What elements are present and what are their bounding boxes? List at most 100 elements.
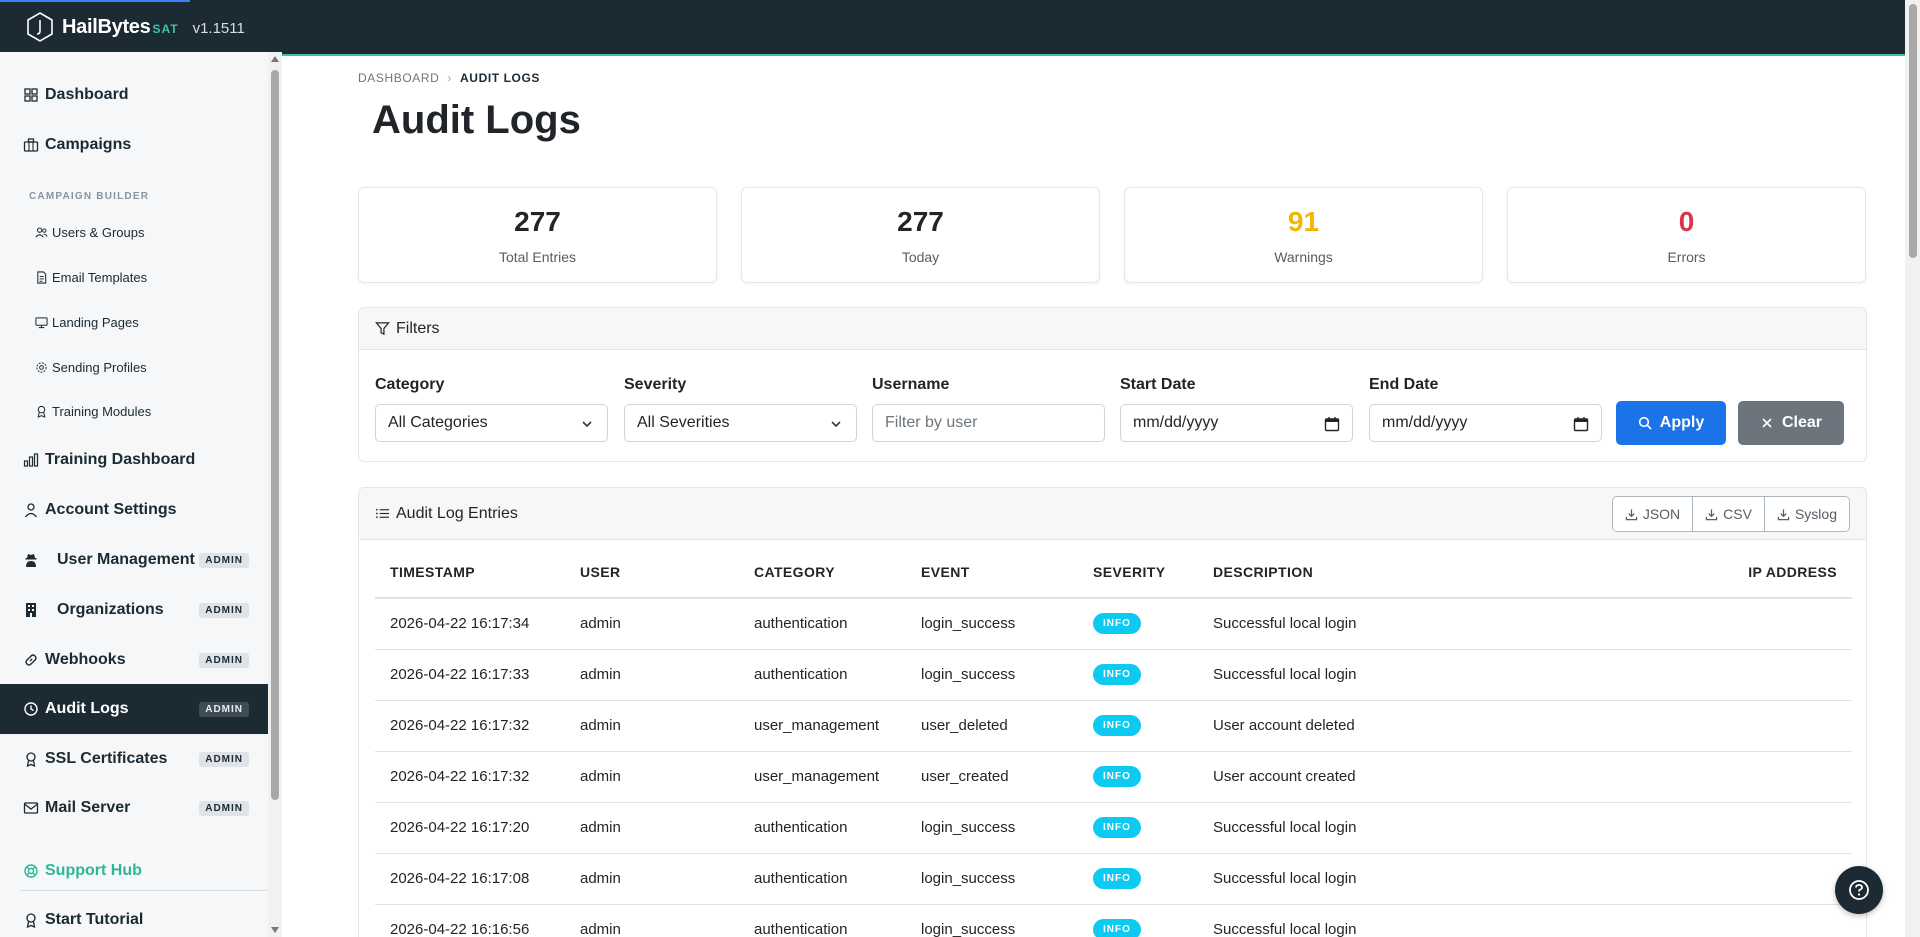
admin-badge: ADMIN — [199, 653, 249, 668]
table-row[interactable]: 2026-04-22 16:16:56 admin authentication lo… — [375, 904, 1852, 937]
cell-category: authentication — [739, 802, 906, 854]
column-header-event[interactable]: Event — [906, 546, 1078, 599]
column-header-user[interactable]: User — [565, 546, 739, 599]
calendar-icon[interactable] — [1573, 416, 1589, 432]
page-scrollbar-thumb[interactable] — [1909, 4, 1917, 258]
stat-label: Errors — [1667, 249, 1706, 265]
column-header-timestamp[interactable]: Timestamp — [375, 546, 565, 599]
admin-badge: ADMIN — [199, 603, 249, 618]
column-header-ip-address[interactable]: IP Address — [1586, 546, 1852, 599]
brand-name: HailBytes — [62, 15, 151, 38]
category-select[interactable]: All Categories — [375, 404, 608, 442]
cell-timestamp: 2026-04-22 16:17:08 — [375, 853, 565, 905]
sidebar-item-landing-pages[interactable]: Landing Pages — [0, 302, 268, 342]
table-row[interactable]: 2026-04-22 16:17:08 admin authentication lo… — [375, 853, 1852, 905]
cell-description: User account created — [1198, 751, 1587, 803]
column-header-category[interactable]: Category — [739, 546, 906, 599]
export-csv-button[interactable]: CSV — [1693, 497, 1765, 531]
stat-card-errors: 0 Errors — [1507, 187, 1866, 283]
table-header-row: Timestamp User Category Event Severity D… — [375, 546, 1852, 599]
cell-severity: INFO — [1078, 802, 1198, 854]
breadcrumb-dashboard-link[interactable]: DASHBOARD — [358, 71, 439, 85]
sidebar-item-webhooks[interactable]: Webhooks ADMIN — [0, 635, 268, 685]
help-button[interactable] — [1835, 866, 1883, 914]
sidebar-item-label: Audit Logs — [45, 700, 129, 717]
cell-severity: INFO — [1078, 649, 1198, 701]
monitor-icon — [35, 316, 48, 329]
table-row[interactable]: 2026-04-22 16:17:32 admin user_management u… — [375, 700, 1852, 752]
end-date-input[interactable]: mm/dd/yyyy — [1369, 404, 1602, 442]
table-row[interactable]: 2026-04-22 16:17:32 admin user_management u… — [375, 751, 1852, 803]
audit-log-title: Audit Log Entries — [396, 504, 518, 522]
sidebar-item-users-groups[interactable]: Users & Groups — [0, 212, 268, 252]
sidebar-item-ssl-certificates[interactable]: SSL Certificates ADMIN — [0, 734, 268, 784]
sidebar-item-training-modules[interactable]: Training Modules — [0, 391, 268, 431]
cell-severity: INFO — [1078, 904, 1198, 937]
admin-badge: ADMIN — [199, 801, 249, 816]
cell-ip-address — [1586, 700, 1852, 752]
sidebar-item-label: Webhooks — [45, 651, 126, 668]
sidebar-item-sending-profiles[interactable]: Sending Profiles — [0, 347, 268, 387]
apply-button[interactable]: Apply — [1616, 401, 1726, 445]
sidebar-item-label: User Management — [57, 551, 195, 568]
clear-button[interactable]: Clear — [1738, 401, 1844, 445]
cell-event: login_success — [906, 904, 1078, 937]
section-label-campaign-builder: CAMPAIGN BUILDER — [29, 191, 150, 202]
cell-category: authentication — [739, 904, 906, 937]
admin-badge: ADMIN — [199, 702, 249, 717]
sidebar-item-organizations[interactable]: Organizations ADMIN — [0, 585, 268, 635]
cell-user: admin — [565, 853, 739, 905]
filters-title: Filters — [396, 319, 440, 337]
cell-event: login_success — [906, 598, 1078, 650]
scroll-down-arrow-icon[interactable] — [271, 927, 279, 933]
audit-log-card: Audit Log Entries JSON CSV Syslog TIMEST… — [358, 487, 1867, 937]
severity-select[interactable]: All Severities — [624, 404, 857, 442]
cell-user: admin — [565, 802, 739, 854]
sidebar-item-mail-server[interactable]: Mail Server ADMIN — [0, 783, 268, 833]
close-icon — [1762, 418, 1772, 428]
cell-severity: INFO — [1078, 700, 1198, 752]
sidebar-item-label: Support Hub — [45, 862, 142, 879]
sidebar-scrollbar[interactable] — [268, 52, 282, 937]
start-date-input[interactable]: mm/dd/yyyy — [1120, 404, 1353, 442]
end-date-label: End Date — [1369, 376, 1439, 393]
sidebar-item-user-management[interactable]: User Management ADMIN — [0, 535, 268, 585]
cell-ip-address — [1586, 649, 1852, 701]
sidebar-item-campaigns[interactable]: Campaigns — [0, 120, 268, 170]
cell-severity: INFO — [1078, 598, 1198, 650]
column-header-description[interactable]: Description — [1198, 546, 1587, 599]
sidebar-item-audit-logs[interactable]: Audit Logs ADMIN — [0, 684, 268, 734]
severity-label: Severity — [624, 376, 687, 393]
cell-user: admin — [565, 598, 739, 650]
table-row[interactable]: 2026-04-22 16:17:20 admin authentication lo… — [375, 802, 1852, 854]
brand-logo-link[interactable]: HailBytes SAT v1.1511 — [26, 12, 245, 42]
sidebar-item-email-templates[interactable]: Email Templates — [0, 257, 268, 297]
export-json-label: JSON — [1642, 506, 1681, 522]
clock-icon — [23, 701, 39, 717]
award-icon — [35, 405, 48, 418]
username-input[interactable]: Filter by user — [872, 404, 1105, 442]
page-scrollbar[interactable] — [1905, 0, 1920, 937]
table-row[interactable]: 2026-04-22 16:17:33 admin authentication lo… — [375, 649, 1852, 701]
export-json-button[interactable]: JSON — [1612, 497, 1694, 531]
sidebar-item-support-hub[interactable]: Support Hub — [0, 846, 268, 896]
calendar-icon[interactable] — [1324, 416, 1340, 432]
table-row[interactable]: 2026-04-22 16:17:34 admin authentication lo… — [375, 598, 1852, 650]
sidebar-item-start-tutorial[interactable]: Start Tutorial — [0, 895, 268, 937]
sidebar-item-training-dashboard[interactable]: Training Dashboard — [0, 435, 268, 485]
column-header-severity[interactable]: Severity — [1078, 546, 1198, 599]
sidebar-item-account-settings[interactable]: Account Settings — [0, 485, 268, 535]
sidebar-item-label: Start Tutorial — [45, 911, 144, 928]
sidebar-item-label: Dashboard — [45, 86, 129, 103]
cell-event: login_success — [906, 853, 1078, 905]
sidebar-scrollbar-thumb[interactable] — [271, 70, 279, 800]
award-icon — [23, 912, 39, 928]
sidebar-item-dashboard[interactable]: Dashboard — [0, 70, 268, 120]
cell-ip-address — [1586, 853, 1852, 905]
cell-timestamp: 2026-04-22 16:17:33 — [375, 649, 565, 701]
export-syslog-button[interactable]: Syslog — [1764, 497, 1849, 531]
scroll-up-arrow-icon[interactable] — [271, 56, 279, 62]
cell-ip-address — [1586, 751, 1852, 803]
sidebar-item-label: Organizations — [57, 601, 164, 618]
username-input-placeholder: Filter by user — [885, 414, 978, 431]
